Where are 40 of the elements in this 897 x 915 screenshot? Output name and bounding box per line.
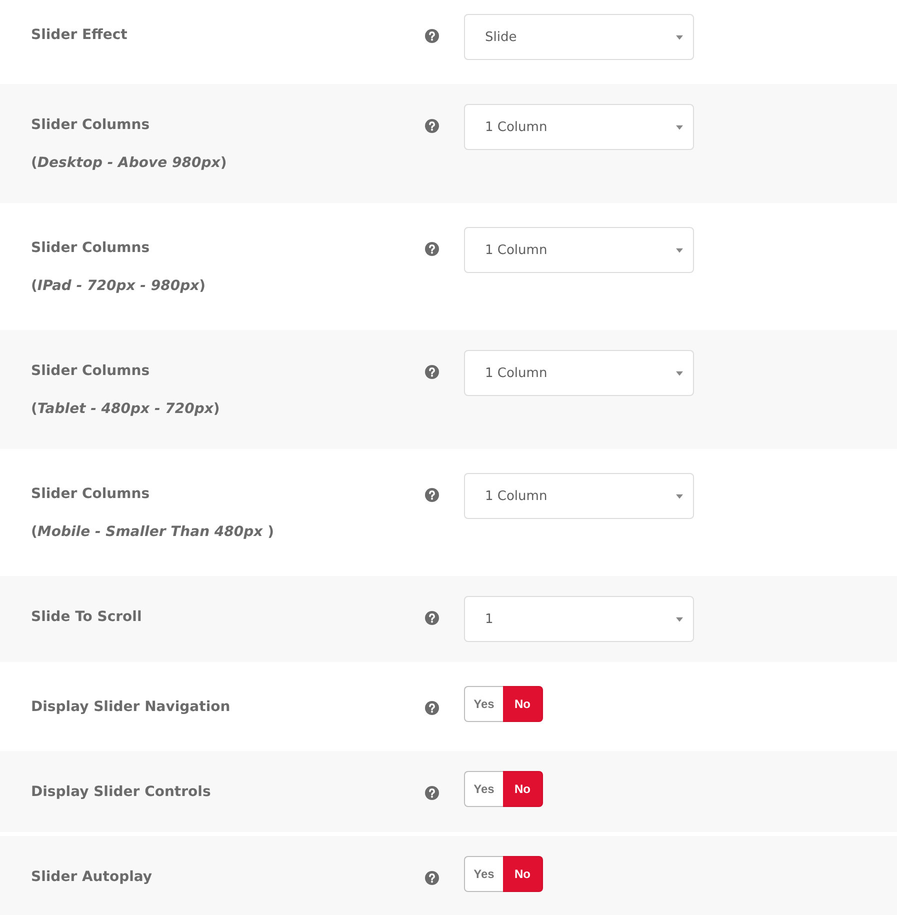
setting-label: Display Slider Navigation: [31, 698, 230, 717]
setting-label: Slide To Scroll: [31, 608, 142, 627]
setting-note: (Mobile - Smaller Than 480px ): [31, 523, 274, 542]
setting-note: (Desktop - Above 980px): [31, 154, 227, 173]
caret-icon: [676, 494, 683, 498]
caret-icon: [676, 370, 683, 376]
help-icon[interactable]: [425, 786, 439, 800]
toggle-option[interactable]: Yes: [464, 686, 503, 722]
caret-icon: [676, 34, 683, 40]
help-icon[interactable]: [425, 488, 439, 502]
help-icon[interactable]: [425, 365, 439, 379]
help-icon[interactable]: [425, 29, 439, 43]
setting-note: (IPad - 720px - 980px): [31, 277, 206, 296]
dropdown[interactable]: 1 Column: [464, 227, 694, 273]
caret-icon: [676, 616, 683, 622]
toggle-option[interactable]: No: [503, 856, 543, 892]
setting-label: Slider Columns: [31, 485, 150, 504]
setting-label: Slider Columns: [31, 116, 150, 135]
setting-label: Display Slider Controls: [31, 783, 211, 802]
help-icon[interactable]: [425, 611, 439, 625]
toggle-option[interactable]: No: [503, 771, 543, 807]
setting-label: Slider Columns: [31, 239, 150, 258]
setting-note: (Tablet - 480px - 720px): [31, 400, 220, 419]
dropdown[interactable]: Slide: [464, 14, 694, 60]
dropdown[interactable]: 1 Column: [464, 473, 694, 519]
setting-label: Slider Columns: [31, 362, 150, 381]
toggle-option[interactable]: Yes: [464, 856, 503, 892]
toggle-option[interactable]: No: [503, 686, 543, 722]
caret-icon: [676, 248, 683, 252]
dropdown[interactable]: 1 Column: [464, 350, 694, 396]
dropdown[interactable]: 1 Column: [464, 104, 694, 150]
help-icon[interactable]: [425, 242, 439, 256]
help-icon[interactable]: [425, 701, 439, 715]
toggle-option[interactable]: Yes: [464, 771, 503, 807]
setting-label: Slider Autoplay: [31, 868, 152, 887]
setting-label: Slider Effect: [31, 26, 128, 45]
dropdown[interactable]: 1: [464, 596, 694, 642]
caret-icon: [676, 124, 683, 130]
help-icon[interactable]: [425, 871, 439, 885]
help-icon[interactable]: [425, 119, 439, 133]
